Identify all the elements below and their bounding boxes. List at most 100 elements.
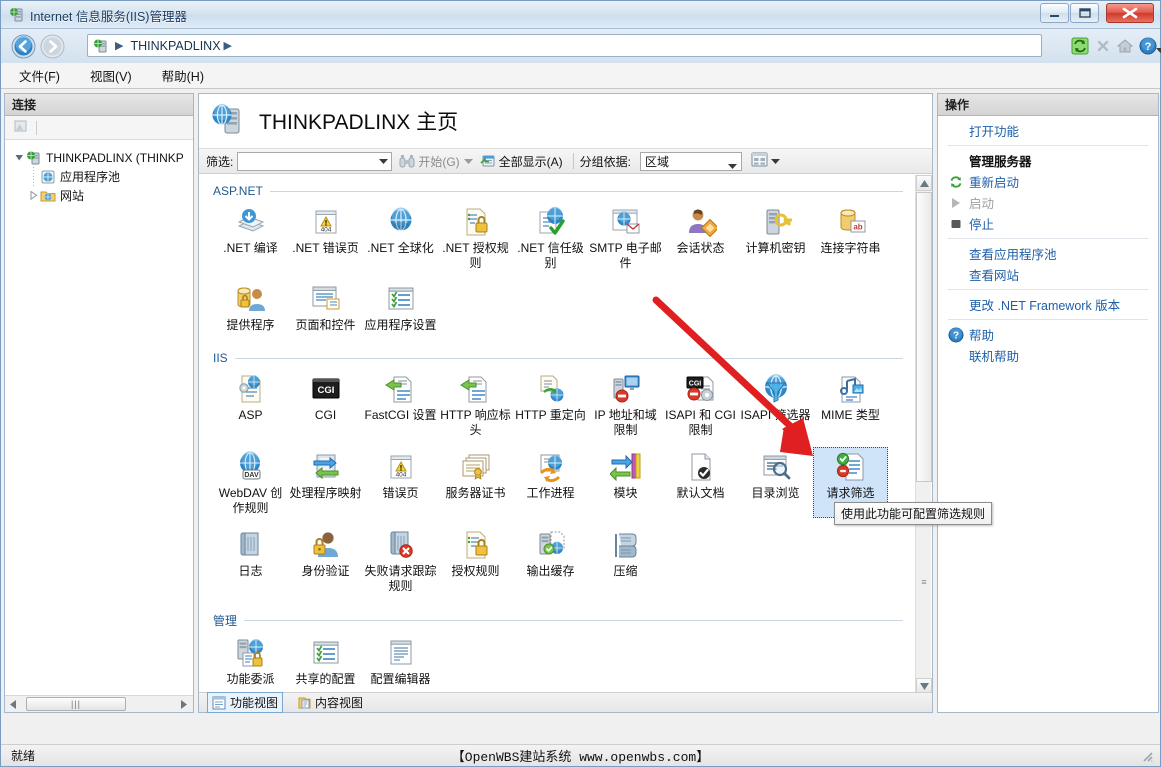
feature-pages-and-controls[interactable]: 页面和控件 [288, 279, 363, 335]
filter-go-button[interactable]: 开始(G) [399, 153, 460, 170]
help-icon[interactable]: ? [1137, 35, 1161, 57]
feature-net-authorization-rules[interactable]: .NET 授权规则 [438, 202, 513, 273]
feature-compression[interactable]: 压缩 [588, 525, 663, 596]
feature-cgi[interactable]: CGI CGI [288, 369, 363, 440]
ip-address-domain-restrictions-icon [610, 373, 642, 405]
feature-modules[interactable]: 模块 [588, 447, 663, 518]
action-start[interactable]: 启动 [938, 192, 1158, 213]
tree-node-app-pools[interactable]: 应用程序池 [11, 167, 193, 186]
refresh-icon[interactable] [1069, 35, 1091, 57]
iis-server-icon [9, 7, 25, 23]
action-stop[interactable]: 停止 [938, 213, 1158, 234]
feature-configuration-editor[interactable]: 配置编辑器 [363, 633, 438, 689]
feature-net-globalization[interactable]: .NET 全球化 [363, 202, 438, 273]
feature-isapi-cgi-restrictions[interactable]: CGI ISAPI 和 CGI 限制 [663, 369, 738, 440]
scrollbar-thumb[interactable]: ||| [26, 697, 126, 711]
stop-icon[interactable] [1092, 35, 1114, 57]
feature-logging[interactable]: 日志 [213, 525, 288, 596]
view-mode-button[interactable] [751, 152, 781, 170]
feature-default-document[interactable]: 默认文档 [663, 447, 738, 518]
minimize-button[interactable] [1040, 3, 1069, 23]
expand-triangle-icon[interactable] [27, 191, 40, 200]
tab-content-view[interactable]: 内容视图 [293, 693, 367, 712]
feature-asp[interactable]: ASP [213, 369, 288, 440]
scrollbar-thumb[interactable] [916, 192, 932, 482]
chevron-down-icon[interactable] [379, 154, 389, 168]
scroll-right-icon[interactable] [176, 697, 193, 712]
show-all-button[interactable]: 全部显示(A) [480, 153, 563, 170]
action-change-dotnet-version[interactable]: 更改 .NET Framework 版本 [938, 294, 1158, 315]
net-trust-levels-icon [535, 206, 567, 238]
chevron-down-icon [1156, 48, 1161, 53]
feature-fastcgi-settings[interactable]: FastCGI 设置 [363, 369, 438, 440]
feature-webdav-authoring-rules[interactable]: DAV WebDAV 创作规则 [213, 447, 288, 518]
horizontal-scrollbar[interactable]: ||| [5, 695, 193, 712]
chevron-down-icon[interactable] [728, 159, 738, 173]
action-online-help[interactable]: 联机帮助 [938, 345, 1158, 366]
feature-net-compilation[interactable]: .NET 编译 [213, 202, 288, 273]
feature-http-response-headers[interactable]: HTTP 响应标头 [438, 369, 513, 440]
scroll-up-icon[interactable] [916, 175, 932, 191]
breadcrumb-server[interactable]: THINKPADLINX [130, 39, 220, 53]
feature-isapi-filters[interactable]: ISAPI 筛选器 [738, 369, 813, 440]
feature-shared-configuration[interactable]: 共享的配置 [288, 633, 363, 689]
feature-label: 授权规则 [451, 564, 500, 578]
tab-features-view[interactable]: 功能视图 [207, 692, 284, 713]
scroll-left-icon[interactable] [5, 697, 22, 712]
close-button[interactable] [1106, 3, 1154, 23]
feature-providers[interactable]: 提供程序 [213, 279, 288, 335]
feature-server-certificates[interactable]: 服务器证书 [438, 447, 513, 518]
feature-connection-strings[interactable]: ab 连接字符串 [813, 202, 888, 273]
group-by-select[interactable]: 区域 [640, 151, 743, 173]
net-authorization-rules-icon [460, 206, 492, 238]
feature-error-pages[interactable]: 404 错误页 [363, 447, 438, 518]
action-restart[interactable]: 重新启动 [938, 171, 1158, 192]
feature-net-error-pages[interactable]: 404 .NET 错误页 [288, 202, 363, 273]
tree-node-server[interactable]: THINKPADLINX (THINKP [11, 148, 193, 167]
toolbar-divider [572, 153, 574, 169]
tree-node-sites[interactable]: 网站 [11, 186, 193, 205]
filter-input[interactable] [237, 151, 393, 171]
action-view-sites[interactable]: 查看网站 [938, 264, 1158, 285]
feature-ip-address-domain-restrictions[interactable]: IP 地址和域限制 [588, 369, 663, 440]
group-divider [234, 357, 903, 359]
sites-folder-icon [40, 188, 56, 204]
back-button[interactable] [11, 34, 36, 59]
action-view-app-pools[interactable]: 查看应用程序池 [938, 243, 1158, 264]
maximize-button[interactable] [1070, 3, 1099, 23]
connection-toolbar-icon[interactable] [13, 118, 29, 137]
chevron-down-icon-view[interactable] [771, 154, 781, 168]
menu-view[interactable]: 视图(V) [86, 64, 136, 87]
menu-help[interactable]: 帮助(H) [158, 64, 208, 87]
group-header-aspnet: ASP.NET [213, 184, 903, 198]
forward-button[interactable] [40, 34, 65, 59]
svg-text:404: 404 [395, 472, 406, 479]
feature-directory-browsing[interactable]: 目录浏览 [738, 447, 813, 518]
feature-mime-types[interactable]: MIME 类型 [813, 369, 888, 440]
chevron-down-icon-go[interactable] [463, 154, 473, 168]
collapse-triangle-icon[interactable] [13, 153, 26, 162]
action-help[interactable]: ? 帮助 [938, 324, 1158, 345]
feature-worker-processes[interactable]: 工作进程 [513, 447, 588, 518]
feature-feature-delegation[interactable]: 功能委派 [213, 633, 288, 689]
address-input[interactable]: ▶ THINKPADLINX ▶ [87, 34, 1042, 57]
feature-session-state[interactable]: 会话状态 [663, 202, 738, 273]
feature-label: 模块 [613, 486, 638, 500]
feature-row: 提供程序 页面和控件 应用程序设置 [213, 279, 917, 335]
feature-failed-request-tracing-rules[interactable]: 失败请求跟踪规则 [363, 525, 438, 596]
feature-handler-mappings[interactable]: 处理程序映射 [288, 447, 363, 518]
feature-output-caching[interactable]: 输出缓存 [513, 525, 588, 596]
feature-authorization-rules[interactable]: 授权规则 [438, 525, 513, 596]
feature-label: 错误页 [382, 486, 419, 500]
home-icon[interactable] [1114, 35, 1136, 57]
resize-grip-icon[interactable] [1140, 749, 1154, 766]
menu-file[interactable]: 文件(F) [15, 64, 64, 87]
feature-net-trust-levels[interactable]: .NET 信任级别 [513, 202, 588, 273]
feature-http-redirect[interactable]: HTTP 重定向 [513, 369, 588, 440]
feature-application-settings[interactable]: 应用程序设置 [363, 279, 438, 335]
action-open-feature[interactable]: 打开功能 [938, 120, 1158, 141]
feature-machine-key[interactable]: 计算机密钥 [738, 202, 813, 273]
feature-smtp-email[interactable]: SMTP 电子邮件 [588, 202, 663, 273]
features-vertical-scrollbar[interactable]: ≡ [915, 175, 932, 694]
feature-authentication[interactable]: 身份验证 [288, 525, 363, 596]
